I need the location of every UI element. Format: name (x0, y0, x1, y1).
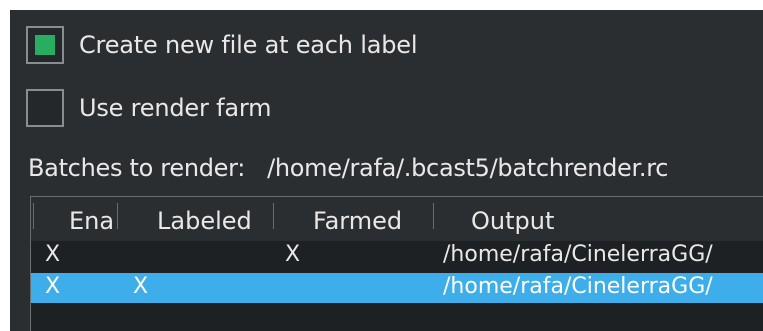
create-new-file-checkbox[interactable] (26, 26, 64, 64)
column-separator[interactable] (117, 203, 118, 229)
batches-path: /home/rafa/.bcast5/batchrender.rc (267, 154, 669, 182)
cell-output: /home/rafa/CinelerraGG/ (443, 274, 713, 299)
create-new-file-label: Create new file at each label (79, 31, 418, 59)
checkbox-checked-mark (35, 35, 55, 55)
header-output[interactable]: Output (471, 207, 554, 235)
column-separator[interactable] (273, 203, 274, 229)
table-row-selected[interactable]: X X /home/rafa/CinelerraGG/ (31, 273, 763, 303)
table-header: Ena Labeled Farmed Output (31, 197, 763, 241)
use-render-farm-option[interactable]: Use render farm (26, 87, 271, 129)
header-farmed[interactable]: Farmed (313, 207, 402, 235)
cell-farmed: X (285, 242, 301, 267)
create-new-file-option[interactable]: Create new file at each label (26, 24, 417, 66)
header-enabled[interactable]: Ena (69, 207, 114, 235)
column-separator[interactable] (433, 203, 434, 229)
batch-render-panel: Create new file at each label Use render… (10, 10, 763, 331)
use-render-farm-label: Use render farm (79, 94, 272, 122)
cell-labeled: X (133, 274, 149, 299)
batch-list-table[interactable]: Ena Labeled Farmed Output X X /home/rafa… (30, 196, 763, 331)
column-separator[interactable] (33, 203, 34, 229)
use-render-farm-checkbox[interactable] (26, 89, 64, 127)
cell-enabled: X (45, 274, 61, 299)
cell-output: /home/rafa/CinelerraGG/ (443, 242, 713, 267)
cell-enabled: X (45, 242, 61, 267)
table-row[interactable]: X X /home/rafa/CinelerraGG/ (31, 241, 763, 271)
header-labeled[interactable]: Labeled (157, 207, 252, 235)
batches-to-render-info: Batches to render: /home/rafa/.bcast5/bat… (28, 154, 668, 182)
batches-label: Batches to render: (28, 154, 246, 182)
